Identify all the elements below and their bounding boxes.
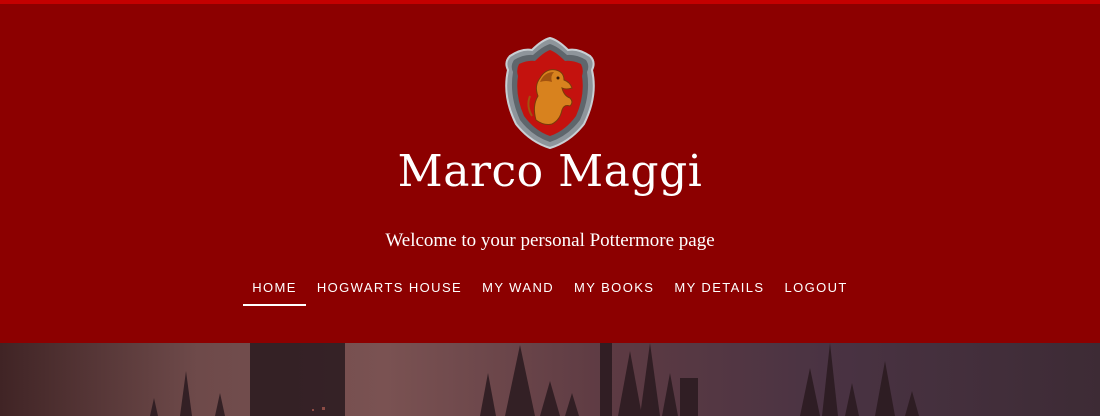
nav-home[interactable]: HOME — [242, 276, 307, 306]
nav-logout[interactable]: LOGOUT — [774, 276, 857, 306]
nav-my-details[interactable]: MY DETAILS — [664, 276, 774, 306]
hogwarts-castle-banner — [0, 343, 1100, 416]
nav-my-books[interactable]: MY BOOKS — [564, 276, 664, 306]
user-name-heading: Marco Maggi — [397, 146, 703, 197]
main-navigation: HOME HOGWARTS HOUSE MY WAND MY BOOKS MY … — [0, 276, 1100, 306]
nav-my-wand[interactable]: MY WAND — [472, 276, 564, 306]
gryffindor-crest-icon — [500, 36, 600, 150]
nav-hogwarts-house[interactable]: HOGWARTS HOUSE — [307, 276, 472, 306]
profile-header: Marco Maggi Welcome to your personal Pot… — [0, 4, 1100, 343]
welcome-message: Welcome to your personal Pottermore page — [385, 230, 715, 251]
